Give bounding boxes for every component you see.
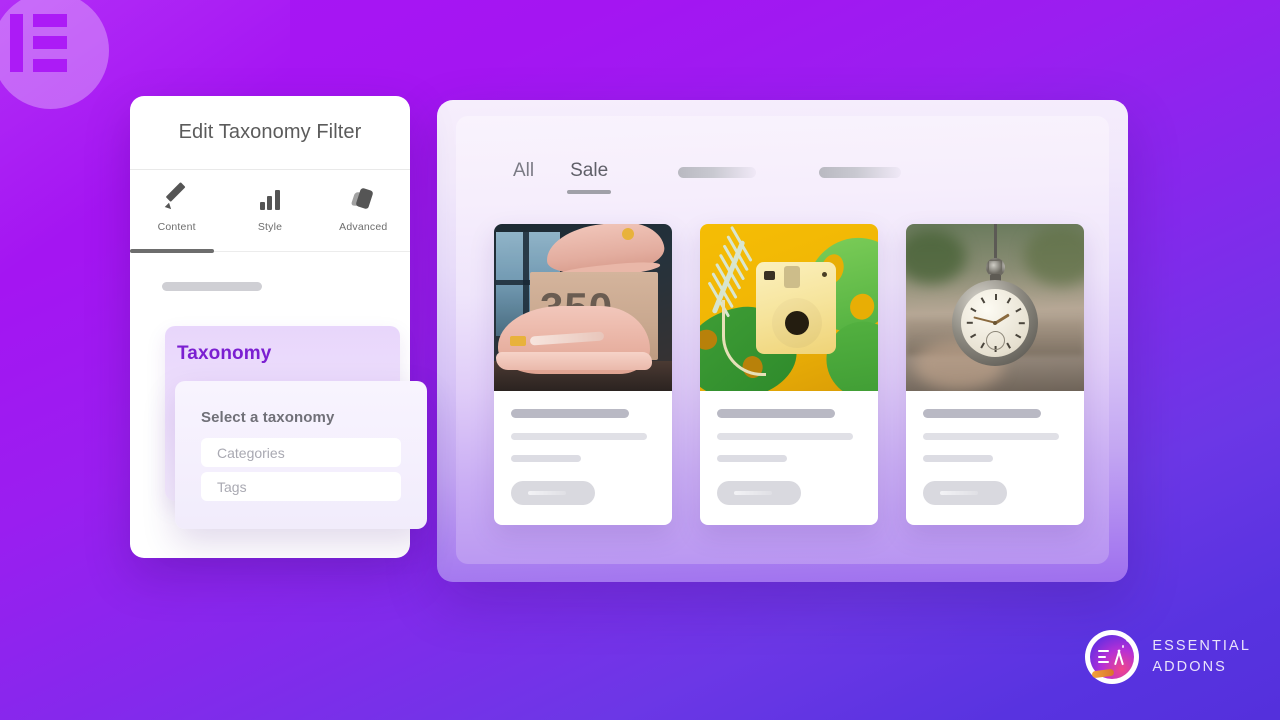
product-card-body: [906, 391, 1084, 525]
tab-content-label: Content: [157, 221, 196, 233]
tab-style-label: Style: [257, 221, 283, 233]
essential-addons-wordmark: ESSENTIAL ADDONS: [1152, 638, 1251, 675]
product-card[interactable]: [906, 224, 1084, 525]
brand-line-2: ADDONS: [1152, 658, 1227, 675]
product-image-pocket-watch: [906, 224, 1084, 391]
product-text-placeholder: [717, 433, 853, 440]
tab-advanced[interactable]: Advanced: [317, 170, 410, 251]
essential-addons-logo-icon: [1085, 630, 1140, 684]
tab-content[interactable]: Content: [130, 170, 223, 251]
editor-panel-body: [130, 252, 410, 291]
product-card-body: [494, 391, 672, 525]
brand-line-1: ESSENTIAL: [1152, 638, 1251, 655]
product-card[interactable]: 350: [494, 224, 672, 525]
product-image-sneaker: 350: [494, 224, 672, 391]
product-title-placeholder: [923, 409, 1041, 418]
preview-panel: All Sale 350: [437, 100, 1128, 582]
taxonomy-heading: Taxonomy: [177, 343, 272, 364]
product-card-body: [700, 391, 878, 525]
product-price-placeholder: [511, 455, 581, 462]
bar-chart-icon: [259, 188, 280, 210]
tab-style[interactable]: Style: [223, 170, 316, 251]
product-price-placeholder: [923, 455, 993, 462]
product-action-button[interactable]: [717, 481, 801, 505]
product-title-placeholder: [511, 409, 629, 418]
tab-advanced-label: Advanced: [339, 221, 388, 233]
taxonomy-dropdown: Select a taxonomy Categories Tags: [175, 381, 427, 529]
preview-canvas: All Sale 350: [456, 116, 1109, 564]
taxonomy-option-tags[interactable]: Tags: [201, 472, 401, 501]
product-title-placeholder: [717, 409, 835, 418]
product-card[interactable]: [700, 224, 878, 525]
filter-tab-placeholder-1[interactable]: [678, 167, 757, 178]
product-text-placeholder: [923, 433, 1059, 440]
filter-tab-sale[interactable]: Sale: [567, 160, 612, 194]
field-label-placeholder: [162, 282, 262, 291]
elementor-logo-icon: [10, 14, 72, 72]
filter-tab-all[interactable]: All: [513, 160, 534, 194]
pencil-icon: [164, 182, 188, 212]
product-filter-bar: All Sale: [456, 116, 1109, 224]
product-text-placeholder: [511, 433, 647, 440]
product-grid: 350: [456, 224, 1109, 525]
product-price-placeholder: [717, 455, 787, 462]
taxonomy-dropdown-title: Select a taxonomy: [201, 409, 335, 426]
page-title: Edit Taxonomy Filter: [130, 96, 410, 170]
product-image-camera: [700, 224, 878, 391]
essential-addons-brand: ESSENTIAL ADDONS: [1085, 630, 1251, 684]
editor-tabs: Content Style Advanced: [130, 170, 410, 253]
taxonomy-option-categories[interactable]: Categories: [201, 438, 401, 467]
product-action-button[interactable]: [923, 481, 1007, 505]
product-action-button[interactable]: [511, 481, 595, 505]
screenshot-stage: Edit Taxonomy Filter Content Style Advan…: [0, 0, 1280, 720]
filter-tab-placeholder-2[interactable]: [819, 167, 902, 178]
layers-icon: [351, 187, 374, 210]
elementor-logo-badge: [0, 0, 109, 109]
